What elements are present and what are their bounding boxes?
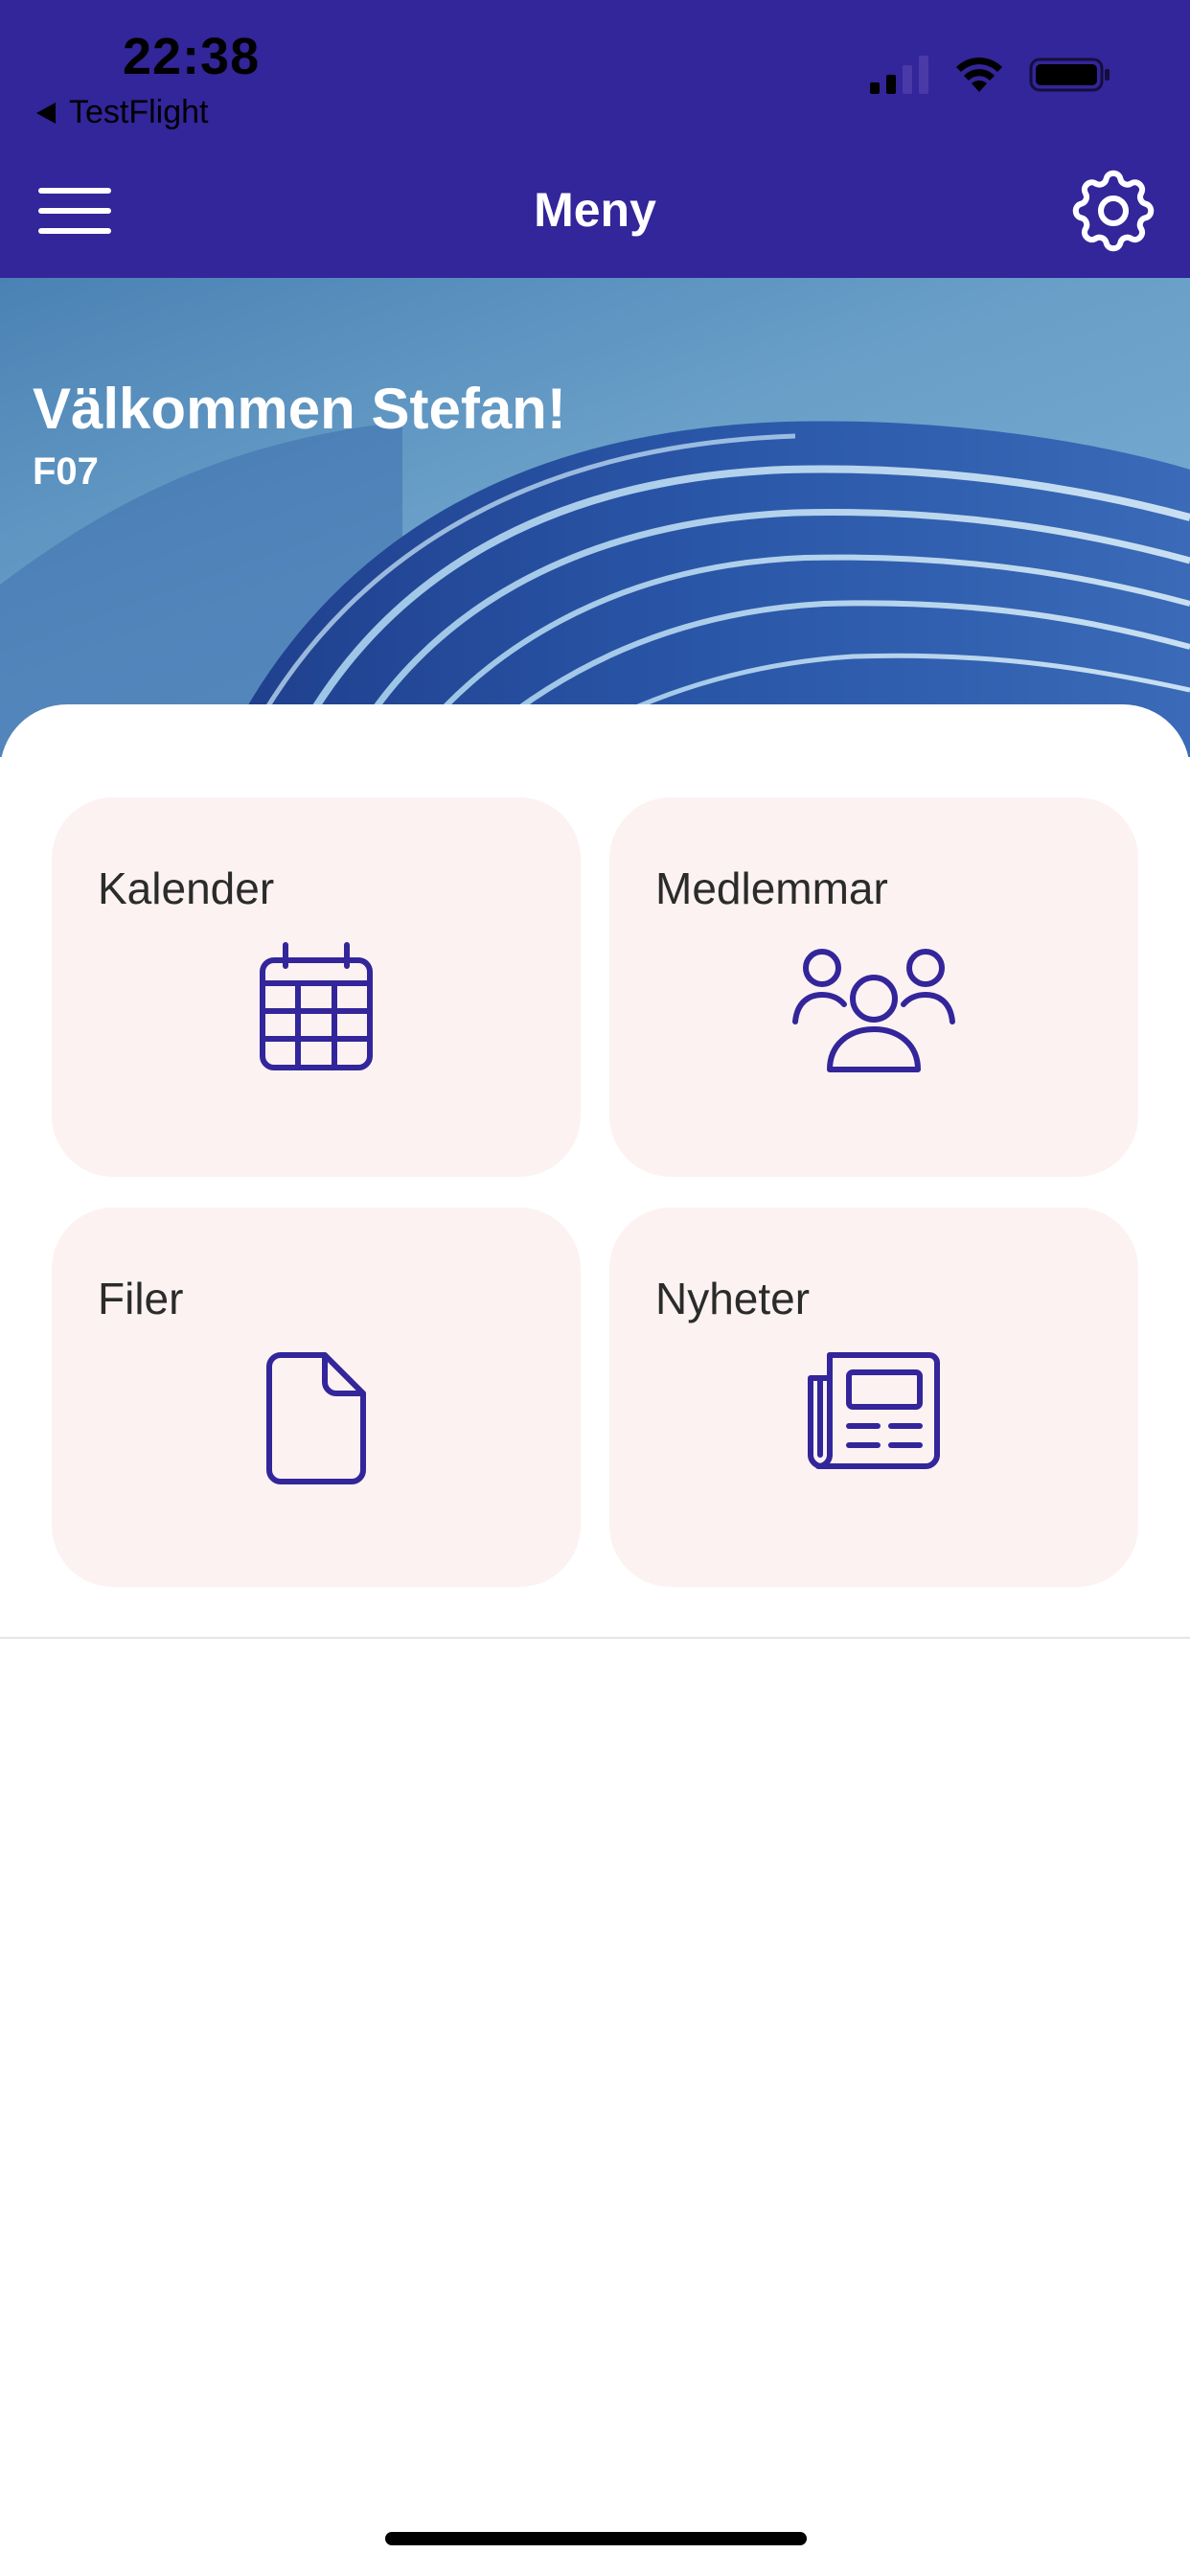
nav-bar: Meny <box>0 144 1190 278</box>
tile-label: Kalender <box>98 863 275 913</box>
newspaper-icon <box>808 1352 940 1469</box>
signal-icon <box>870 56 928 94</box>
calendar-icon <box>260 942 373 1070</box>
tile-kalender[interactable]: Kalender <box>52 797 581 1177</box>
hero-background-image <box>0 421 1190 757</box>
tile-filer[interactable]: Filer <box>52 1208 581 1587</box>
tile-label: Filer <box>98 1274 184 1323</box>
members-icon <box>792 949 955 1072</box>
back-app-label: TestFlight <box>69 94 209 130</box>
welcome-subtitle: F07 <box>33 450 99 493</box>
page-title: Meny <box>534 183 656 237</box>
home-indicator[interactable] <box>385 2532 807 2545</box>
welcome-heading: Välkommen Stefan! <box>33 377 566 441</box>
status-bar: 22:38 TestFlight <box>0 0 1190 144</box>
gear-icon[interactable] <box>1064 161 1163 261</box>
tile-medlemmar[interactable]: Medlemmar <box>609 797 1138 1177</box>
status-time: 22:38 <box>123 28 261 85</box>
menu-panel: Kalender Medlemmar Filer Nyheter <box>0 704 1190 1639</box>
battery-icon <box>1029 58 1110 92</box>
back-arrow-icon <box>36 102 56 124</box>
back-to-app-link[interactable]: TestFlight <box>36 94 209 131</box>
wifi-icon <box>956 58 1002 92</box>
tile-nyheter[interactable]: Nyheter <box>609 1208 1138 1587</box>
status-icons <box>870 56 1111 94</box>
hero-banner: Välkommen Stefan! F07 <box>0 278 1190 757</box>
tile-label: Medlemmar <box>655 863 888 913</box>
tile-label: Nyheter <box>655 1274 811 1323</box>
file-icon <box>266 1352 366 1484</box>
